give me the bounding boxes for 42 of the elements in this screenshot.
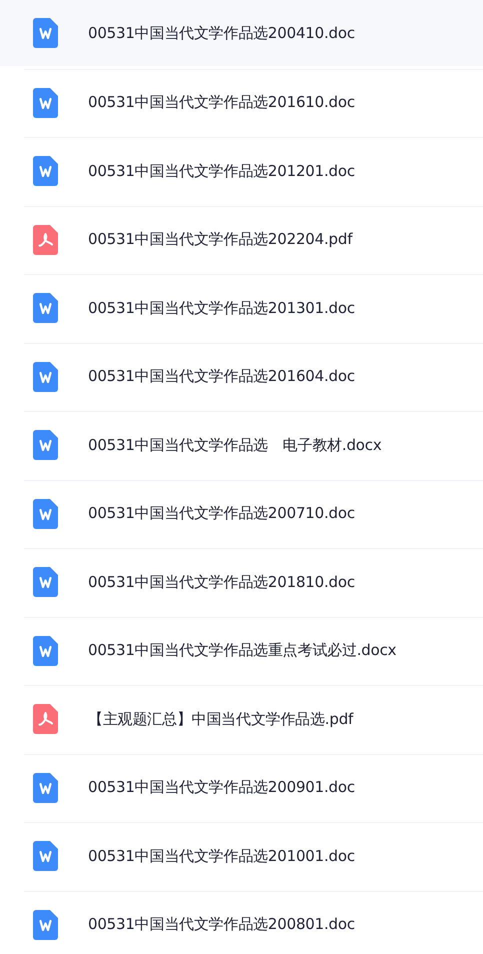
file-list-item[interactable]: 00531中国当代文学作品选201610.doc — [0, 68, 483, 137]
file-name: 00531中国当代文学作品选201810.doc — [88, 572, 355, 592]
file-name: 00531中国当代文学作品选200710.doc — [88, 504, 355, 524]
file-name: 00531中国当代文学作品选201301.doc — [88, 298, 355, 318]
file-name: 00531中国当代文学作品选 电子教材.docx — [88, 436, 382, 455]
word-document-icon — [33, 841, 58, 872]
file-name: 00531中国当代文学作品选200901.doc — [88, 778, 355, 798]
file-name: 00531中国当代文学作品选201610.doc — [88, 93, 355, 112]
file-list-item[interactable]: 00531中国当代文学作品选200801.doc — [0, 890, 483, 954]
file-name: 00531中国当代文学作品选201201.doc — [88, 162, 355, 181]
file-list-item[interactable]: 00531中国当代文学作品选重点考试必过.docx — [0, 616, 483, 685]
file-list-item[interactable]: 00531中国当代文学作品选200901.doc — [0, 754, 483, 822]
file-name: 00531中国当代文学作品选201001.doc — [88, 846, 355, 866]
file-list-item[interactable]: 00531中国当代文学作品选200410.doc — [0, 0, 483, 66]
word-document-icon — [33, 156, 58, 186]
file-name: 00531中国当代文学作品选200801.doc — [88, 915, 355, 934]
word-document-icon — [33, 567, 58, 598]
word-document-icon — [33, 362, 58, 392]
word-document-icon — [33, 910, 58, 940]
file-list-item[interactable]: 00531中国当代文学作品选201604.doc — [0, 342, 483, 411]
file-list-item[interactable]: 00531中国当代文学作品选201201.doc — [0, 137, 483, 206]
pdf-document-icon — [33, 704, 58, 734]
word-document-icon — [33, 498, 58, 529]
word-document-icon — [33, 18, 58, 48]
word-document-icon — [33, 772, 58, 803]
word-document-icon — [33, 636, 58, 666]
file-list-item[interactable]: 00531中国当代文学作品选200710.doc — [0, 480, 483, 548]
file-list-item[interactable]: 【主观题汇总】中国当代文学作品选.pdf — [0, 685, 483, 754]
file-list-item[interactable]: 00531中国当代文学作品选201301.doc — [0, 274, 483, 342]
word-document-icon — [33, 293, 58, 324]
file-list-item[interactable]: 00531中国当代文学作品选202204.pdf — [0, 206, 483, 274]
file-name: 00531中国当代文学作品选重点考试必过.docx — [88, 641, 396, 660]
word-document-icon — [33, 430, 58, 460]
word-document-icon — [33, 88, 58, 118]
file-list-item[interactable]: 00531中国当代文学作品选201001.doc — [0, 822, 483, 890]
file-list-item[interactable]: 00531中国当代文学作品选201810.doc — [0, 548, 483, 616]
pdf-document-icon — [33, 224, 58, 255]
file-name: 00531中国当代文学作品选201604.doc — [88, 367, 355, 386]
file-name: 【主观题汇总】中国当代文学作品选.pdf — [88, 710, 354, 729]
file-name: 00531中国当代文学作品选200410.doc — [88, 24, 355, 42]
file-name: 00531中国当代文学作品选202204.pdf — [88, 230, 352, 250]
file-list-item[interactable]: 00531中国当代文学作品选 电子教材.docx — [0, 411, 483, 480]
